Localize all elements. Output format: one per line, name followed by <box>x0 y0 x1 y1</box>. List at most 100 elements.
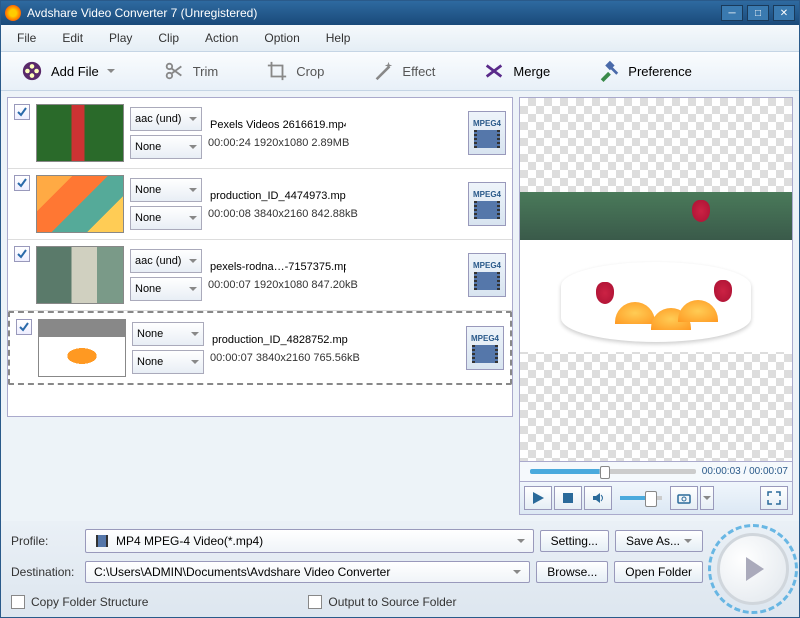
minimize-button[interactable]: ─ <box>721 5 743 21</box>
fullscreen-button[interactable] <box>760 486 788 510</box>
chevron-down-icon <box>189 287 197 291</box>
chevron-down-icon <box>513 570 521 574</box>
chevron-down-icon <box>517 539 525 543</box>
save-as-button[interactable]: Save As... <box>615 530 703 552</box>
convert-button[interactable] <box>717 533 789 605</box>
destination-label: Destination: <box>11 565 79 579</box>
file-item[interactable]: aac (und) None 00:00:24 1920x1080 2.89MB… <box>8 98 512 169</box>
file-thumbnail <box>36 104 124 162</box>
file-checkbox[interactable] <box>14 246 30 262</box>
file-item[interactable]: None None 00:00:08 3840x2160 842.88kB MP… <box>8 169 512 240</box>
stop-button[interactable] <box>554 486 582 510</box>
setting-button[interactable]: Setting... <box>540 530 609 552</box>
chevron-down-icon <box>191 360 199 364</box>
audio-track-dropdown[interactable]: None <box>130 178 202 202</box>
maximize-button[interactable]: □ <box>747 5 769 21</box>
volume-slider[interactable] <box>620 496 662 500</box>
main-area: aac (und) None 00:00:24 1920x1080 2.89MB… <box>1 91 799 521</box>
app-icon <box>5 5 21 21</box>
file-meta: 00:00:07 1920x1080 847.20kB <box>208 279 462 291</box>
film-reel-icon <box>21 60 43 82</box>
format-badge: MPEG4 <box>466 326 504 370</box>
trim-button[interactable]: Trim <box>163 60 219 82</box>
file-thumbnail <box>38 319 126 377</box>
merge-button[interactable]: Merge <box>483 60 550 82</box>
snapshot-button[interactable] <box>670 486 698 510</box>
crop-button[interactable]: Crop <box>266 60 324 82</box>
merge-label: Merge <box>513 64 550 79</box>
audio-track-dropdown[interactable]: aac (und) <box>130 249 202 273</box>
effect-label: Effect <box>402 64 435 79</box>
bottom-panel: Profile: MP4 MPEG-4 Video(*.mp4) Setting… <box>1 521 799 617</box>
menu-file[interactable]: File <box>13 29 40 47</box>
chevron-down-icon <box>189 216 197 220</box>
volume-button[interactable] <box>584 486 612 510</box>
preview-frame <box>520 192 792 352</box>
timeline: 00:00:03 / 00:00:07 <box>519 462 793 482</box>
subtitle-dropdown[interactable]: None <box>132 350 204 374</box>
subtitle-dropdown[interactable]: None <box>130 277 202 301</box>
file-thumbnail <box>36 175 124 233</box>
file-name-input[interactable] <box>210 332 350 348</box>
browse-button[interactable]: Browse... <box>536 561 608 583</box>
file-list[interactable]: aac (und) None 00:00:24 1920x1080 2.89MB… <box>7 97 513 417</box>
seek-bar[interactable] <box>530 469 696 474</box>
window-controls: ─ □ ✕ <box>721 5 795 21</box>
profile-dropdown[interactable]: MP4 MPEG-4 Video(*.mp4) <box>85 529 534 553</box>
chevron-down-icon <box>189 145 197 149</box>
effect-button[interactable]: Effect <box>372 60 435 82</box>
add-file-label: Add File <box>51 64 99 79</box>
file-controls: None None <box>132 322 204 374</box>
file-checkbox[interactable] <box>14 104 30 120</box>
output-source-checkbox[interactable]: Output to Source Folder <box>308 595 456 609</box>
file-meta: 00:00:07 3840x2160 765.56kB <box>210 352 460 364</box>
subtitle-dropdown[interactable]: None <box>130 135 202 159</box>
checkbox-icon <box>308 595 322 609</box>
file-controls: None None <box>130 178 202 230</box>
file-thumbnail <box>36 246 124 304</box>
scissors-icon <box>163 60 185 82</box>
menu-option[interactable]: Option <box>260 29 303 47</box>
file-info: 00:00:24 1920x1080 2.89MB <box>208 117 462 149</box>
time-total: 00:00:07 <box>749 466 788 477</box>
file-item[interactable]: aac (und) None 00:00:07 1920x1080 847.20… <box>8 240 512 311</box>
file-controls: aac (und) None <box>130 249 202 301</box>
file-name-input[interactable] <box>208 259 348 275</box>
file-controls: aac (und) None <box>130 107 202 159</box>
file-item[interactable]: None None 00:00:07 3840x2160 765.56kB MP… <box>8 311 512 385</box>
menu-edit[interactable]: Edit <box>58 29 87 47</box>
file-name-input[interactable] <box>208 188 348 204</box>
open-folder-button[interactable]: Open Folder <box>614 561 703 583</box>
audio-track-dropdown[interactable]: aac (und) <box>130 107 202 131</box>
snapshot-dropdown[interactable] <box>700 486 714 510</box>
preview-area[interactable] <box>519 97 793 462</box>
file-checkbox[interactable] <box>14 175 30 191</box>
chevron-down-icon <box>684 539 692 543</box>
audio-track-dropdown[interactable]: None <box>132 322 204 346</box>
close-button[interactable]: ✕ <box>773 5 795 21</box>
wrench-screwdriver-icon <box>598 60 620 82</box>
destination-row: Destination: C:\Users\ADMIN\Documents\Av… <box>11 561 703 583</box>
menu-clip[interactable]: Clip <box>154 29 183 47</box>
format-badge: MPEG4 <box>468 111 506 155</box>
destination-field[interactable]: C:\Users\ADMIN\Documents\Avdshare Video … <box>85 561 530 583</box>
wand-icon <box>372 60 394 82</box>
file-info: 00:00:07 1920x1080 847.20kB <box>208 259 462 291</box>
file-name-input[interactable] <box>208 117 348 133</box>
menu-action[interactable]: Action <box>201 29 242 47</box>
chevron-down-icon <box>191 332 199 336</box>
menubar: File Edit Play Clip Action Option Help <box>1 25 799 52</box>
play-button[interactable] <box>524 486 552 510</box>
preference-label: Preference <box>628 64 692 79</box>
file-checkbox[interactable] <box>16 319 32 335</box>
menu-play[interactable]: Play <box>105 29 136 47</box>
menu-help[interactable]: Help <box>322 29 355 47</box>
add-file-button[interactable]: Add File <box>21 60 115 82</box>
file-info: 00:00:08 3840x2160 842.88kB <box>208 188 462 220</box>
preference-button[interactable]: Preference <box>598 60 692 82</box>
subtitle-dropdown[interactable]: None <box>130 206 202 230</box>
merge-arrows-icon <box>483 60 505 82</box>
profile-row: Profile: MP4 MPEG-4 Video(*.mp4) Setting… <box>11 529 703 553</box>
copy-folder-checkbox[interactable]: Copy Folder Structure <box>11 595 148 609</box>
chevron-down-icon <box>189 259 197 263</box>
